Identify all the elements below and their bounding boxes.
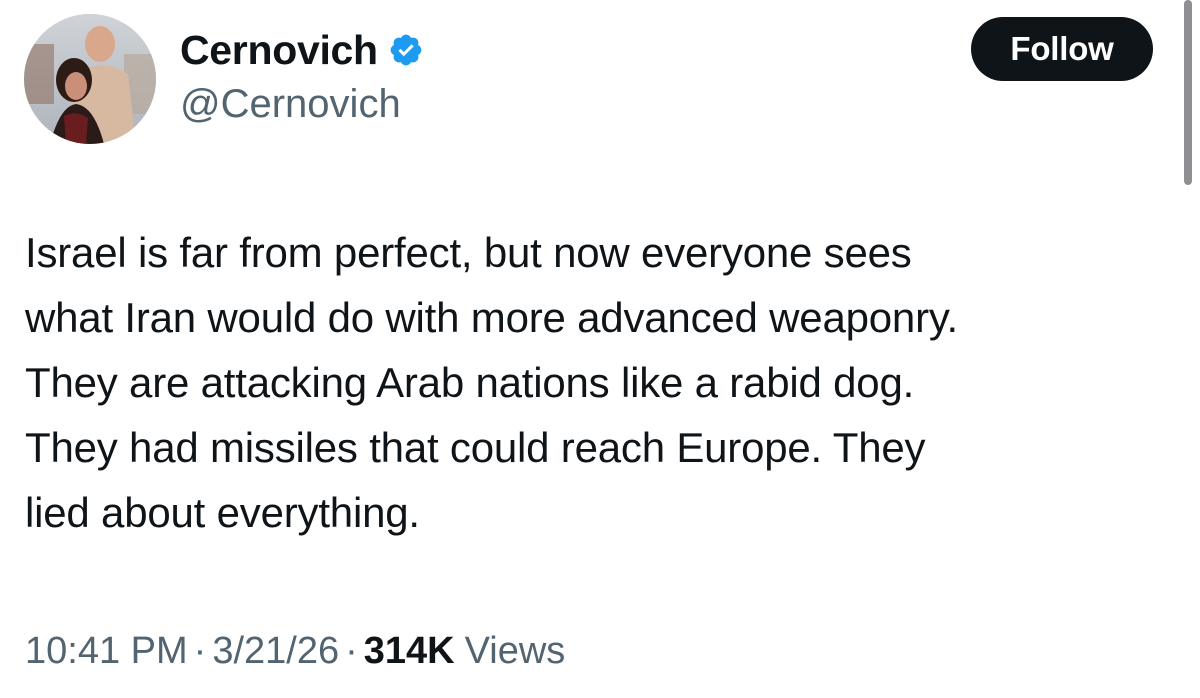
views-label: Views [464,630,566,672]
avatar[interactable] [24,14,156,144]
views-count: 314K [363,630,455,672]
author-name-row: Cernovich [180,26,424,74]
scrollbar[interactable] [1184,0,1192,185]
follow-button[interactable]: Follow [971,17,1153,81]
verified-badge-icon [388,32,424,68]
avatar-photo [24,14,156,144]
tweet-card: Cernovich @Cernovich Follow Israel is fa… [0,0,1200,698]
author-handle[interactable]: @Cernovich [180,82,401,127]
meta-separator-2: · [345,630,358,672]
tweet-text: Israel is far from perfect, but now ever… [25,229,959,536]
display-name[interactable]: Cernovich [180,27,378,74]
tweet-time[interactable]: 10:41 PM [25,630,188,673]
tweet-date[interactable]: 3/21/26 [212,630,339,673]
tweet-meta: 10:41 PM · 3/21/26 · 314K Views [25,630,565,673]
meta-separator: · [193,630,207,672]
